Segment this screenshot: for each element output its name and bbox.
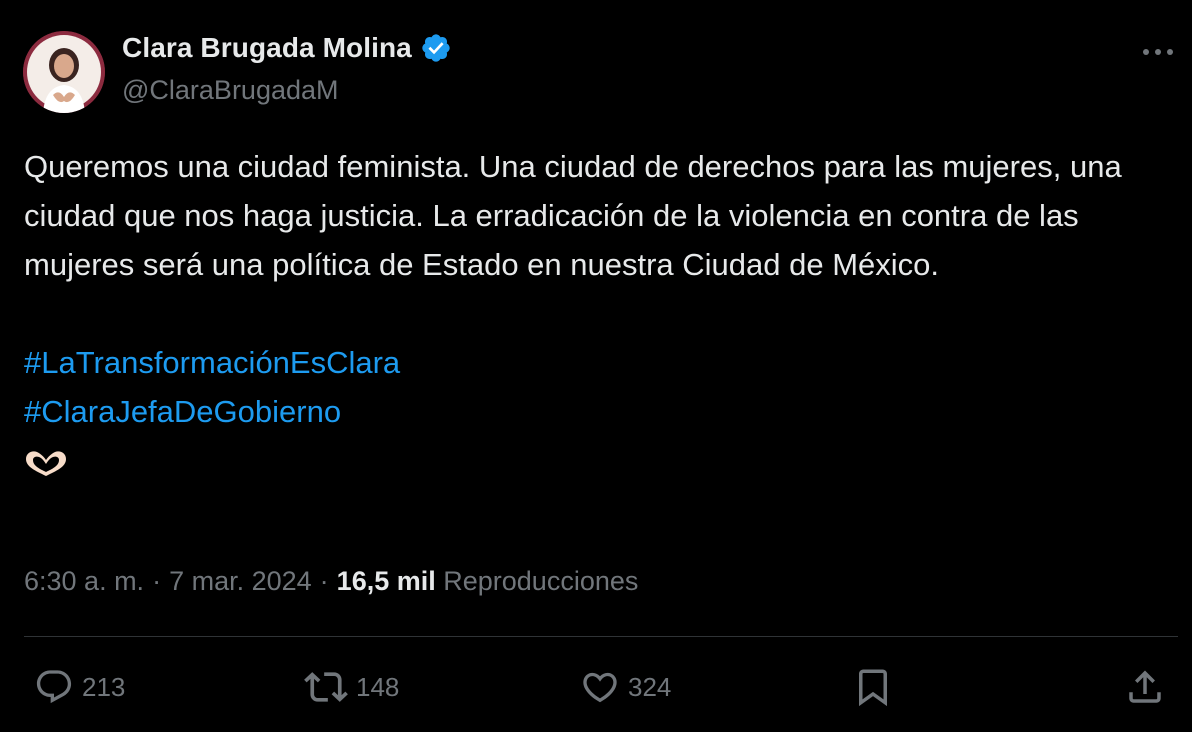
hashtag-link[interactable]: #LaTransformaciónEsClara — [24, 338, 1184, 387]
share-icon — [1129, 670, 1161, 703]
like-button[interactable]: 324 — [580, 662, 671, 712]
tweet-text: Queremos una ciudad feminista. Una ciuda… — [24, 142, 1184, 485]
author-display-name[interactable]: Clara Brugada Molina — [122, 32, 412, 64]
retweet-count: 148 — [356, 671, 400, 702]
tweet-body: Queremos una ciudad feminista. Una ciuda… — [24, 149, 1122, 282]
profile-photo-icon — [23, 31, 105, 113]
avatar[interactable] — [23, 31, 105, 113]
reply-button[interactable]: 213 — [34, 662, 125, 712]
divider — [24, 636, 1178, 637]
views-label: Reproducciones — [443, 566, 639, 596]
verified-badge-icon[interactable] — [420, 32, 452, 64]
bookmark-button[interactable] — [852, 662, 894, 712]
heart-icon — [583, 672, 617, 703]
tweet-date[interactable]: 7 mar. 2024 — [169, 566, 312, 596]
action-bar: 213 148 324 — [0, 662, 1192, 712]
share-button[interactable] — [1124, 662, 1166, 712]
retweet-button[interactable]: 148 — [304, 662, 399, 712]
more-options-icon[interactable] — [1138, 38, 1178, 66]
author-handle[interactable]: @ClaraBrugadaM — [122, 75, 339, 106]
bookmark-icon — [859, 669, 887, 707]
like-count: 324 — [628, 671, 672, 702]
reply-icon — [36, 670, 72, 704]
tweet: Clara Brugada Molina @ClaraBrugadaM Quer… — [0, 0, 1192, 732]
views-count: 16,5 mil — [336, 566, 436, 596]
meta-separator: · — [319, 566, 329, 596]
heart-hands-icon — [24, 436, 1184, 485]
author-name-row[interactable]: Clara Brugada Molina — [122, 32, 452, 64]
hashtag-link[interactable]: #ClaraJefaDeGobierno — [24, 387, 1184, 436]
tweet-time[interactable]: 6:30 a. m. — [24, 566, 144, 596]
reply-count: 213 — [82, 671, 126, 702]
retweet-icon — [304, 672, 348, 702]
meta-separator: · — [152, 566, 162, 596]
tweet-meta: 6:30 a. m. · 7 mar. 2024 · 16,5 mil Reproduc… — [24, 566, 638, 597]
